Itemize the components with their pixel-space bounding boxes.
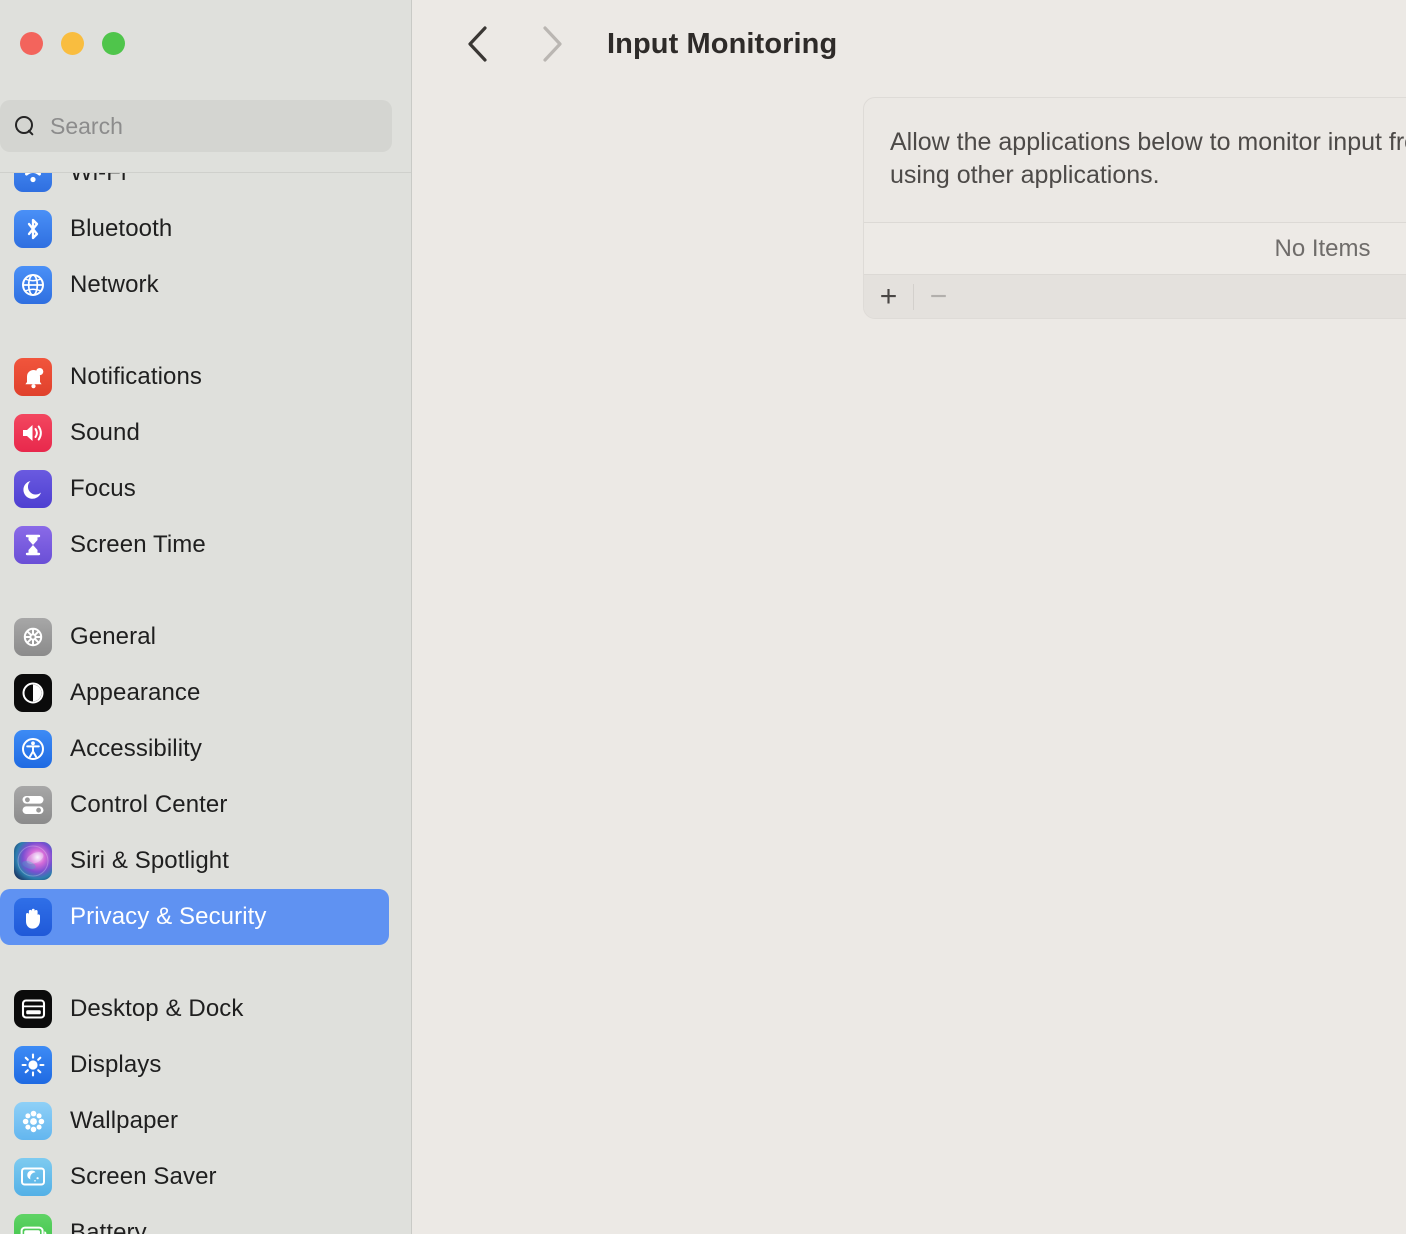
sidebar-item-screen-time[interactable]: Screen Time [0,517,389,573]
focus-icon [14,470,52,508]
sidebar-item-label: Accessibility [70,735,202,763]
card-description-text: Allow the applications below to monitor … [890,126,1406,192]
sound-icon [14,414,52,452]
sidebar-item-appearance[interactable]: Appearance [0,665,389,721]
minimize-window-button[interactable] [61,32,84,55]
sidebar-nav-list: Wi-Fi Bluetooth Network Notifications [0,172,411,1234]
privacy-icon [14,898,52,936]
sidebar-group-separator [0,573,411,609]
chevron-left-icon[interactable] [455,21,501,67]
chevron-right-icon[interactable] [529,21,575,67]
sidebar-item-label: Control Center [70,791,227,819]
search-field[interactable] [0,100,392,152]
sidebar: Wi-Fi Bluetooth Network Notifications [0,0,412,1234]
close-window-button[interactable] [20,32,43,55]
screen-saver-icon [14,1158,52,1196]
wifi-icon [14,172,52,192]
sidebar-item-bluetooth[interactable]: Bluetooth [0,201,389,257]
no-items-label: No Items [1274,235,1370,263]
sidebar-item-desktop-dock[interactable]: Desktop & Dock [0,981,389,1037]
remove-application-button: − [914,275,963,319]
notifications-icon [14,358,52,396]
sidebar-group-separator [0,313,411,349]
bluetooth-icon [14,210,52,248]
battery-icon [14,1214,52,1234]
sidebar-item-label: Bluetooth [70,215,172,243]
sidebar-item-label: Siri & Spotlight [70,847,229,875]
sidebar-group-0: Wi-Fi Bluetooth Network [0,172,411,313]
sidebar-item-wi-fi[interactable]: Wi-Fi [0,172,389,201]
screen-time-icon [14,526,52,564]
sidebar-item-label: Displays [70,1051,162,1079]
search-input[interactable] [50,113,370,140]
card-description: Allow the applications below to monitor … [864,98,1406,222]
sidebar-item-label: Screen Saver [70,1163,217,1191]
maximize-window-button[interactable] [102,32,125,55]
sidebar-item-label: Notifications [70,363,202,391]
sidebar-item-notifications[interactable]: Notifications [0,349,389,405]
sidebar-item-general[interactable]: General [0,609,389,665]
sidebar-item-label: Privacy & Security [70,903,267,931]
content-pane: Input Monitoring Allow the applications … [412,0,1406,1234]
desktop-dock-icon [14,990,52,1028]
sidebar-item-focus[interactable]: Focus [0,461,389,517]
sidebar-item-displays[interactable]: Displays [0,1037,389,1093]
sidebar-item-label: Wi-Fi [70,172,126,187]
sidebar-item-label: Sound [70,419,140,447]
app-list-empty-row: No Items [864,222,1406,274]
window-traffic-lights [20,32,125,55]
search-icon [14,115,36,137]
sidebar-item-label: Wallpaper [70,1107,178,1135]
accessibility-icon [14,730,52,768]
sidebar-group-2: General Appearance Accessibility Control… [0,609,411,945]
general-icon [14,618,52,656]
sidebar-item-label: General [70,623,156,651]
network-icon [14,266,52,304]
sidebar-item-sound[interactable]: Sound [0,405,389,461]
sidebar-item-label: Network [70,271,159,299]
sidebar-group-separator [0,945,411,981]
displays-icon [14,1046,52,1084]
wallpaper-icon [14,1102,52,1140]
sidebar-item-wallpaper[interactable]: Wallpaper [0,1093,389,1149]
sidebar-item-battery[interactable]: Battery [0,1205,389,1234]
sidebar-item-label: Focus [70,475,136,503]
add-application-button[interactable]: + [864,275,913,319]
control-center-icon [14,786,52,824]
appearance-icon [14,674,52,712]
sidebar-item-screen-saver[interactable]: Screen Saver [0,1149,389,1205]
sidebar-item-label: Screen Time [70,531,206,559]
sidebar-item-label: Battery [70,1219,147,1234]
system-settings-window: Wi-Fi Bluetooth Network Notifications [0,0,1406,1234]
input-monitoring-card: Allow the applications below to monitor … [863,97,1406,319]
sidebar-item-label: Appearance [70,679,200,707]
sidebar-item-control-center[interactable]: Control Center [0,777,389,833]
page-title: Input Monitoring [607,28,837,61]
sidebar-item-network[interactable]: Network [0,257,389,313]
sidebar-item-accessibility[interactable]: Accessibility [0,721,389,777]
content-header: Input Monitoring [412,0,1406,88]
sidebar-scroll-area[interactable]: Wi-Fi Bluetooth Network Notifications [0,172,411,1234]
sidebar-item-privacy-security[interactable]: Privacy & Security [0,889,389,945]
list-toolbar: + − [864,274,1406,318]
sidebar-group-3: Desktop & Dock Displays [0,981,411,1234]
sidebar-group-1: Notifications Sound Focus Screen Time [0,349,411,573]
sidebar-item-siri-spotlight[interactable]: Siri & Spotlight [0,833,389,889]
sidebar-item-label: Desktop & Dock [70,995,243,1023]
siri-icon [14,842,52,880]
